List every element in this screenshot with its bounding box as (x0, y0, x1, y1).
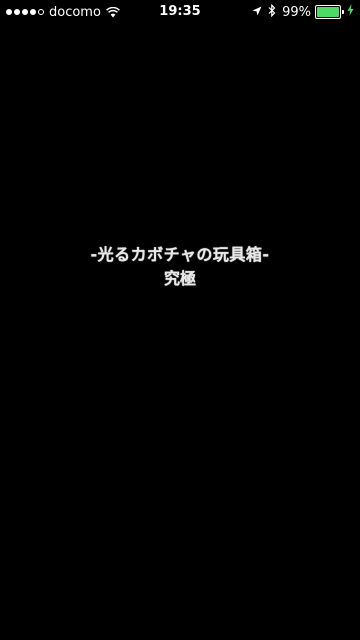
game-screen[interactable]: -光るカボチャの玩具箱- 究極 (0, 24, 360, 640)
battery-tip (342, 10, 344, 14)
battery-icon (315, 5, 344, 19)
signal-dot (14, 9, 20, 15)
location-icon (252, 5, 262, 20)
signal-dot (6, 9, 12, 15)
charging-icon (347, 4, 354, 20)
battery-percent: 99% (282, 4, 311, 20)
signal-dot (38, 9, 44, 15)
battery-fill (317, 7, 339, 17)
game-subtitle: 究極 (163, 269, 196, 288)
game-title: -光るカボチャの玩具箱- (90, 245, 270, 264)
signal-dot (30, 9, 36, 15)
status-right: 99% (252, 0, 354, 24)
status-left: docomo (6, 0, 120, 24)
signal-strength-icon (6, 9, 44, 15)
status-bar: docomo 19:35 99% (0, 0, 360, 24)
wifi-icon (106, 6, 120, 18)
title-block: -光るカボチャの玩具箱- 究極 (0, 244, 360, 290)
signal-dot (22, 9, 28, 15)
battery-body (315, 5, 341, 19)
bluetooth-icon (268, 3, 276, 21)
carrier-name: docomo (49, 4, 101, 20)
